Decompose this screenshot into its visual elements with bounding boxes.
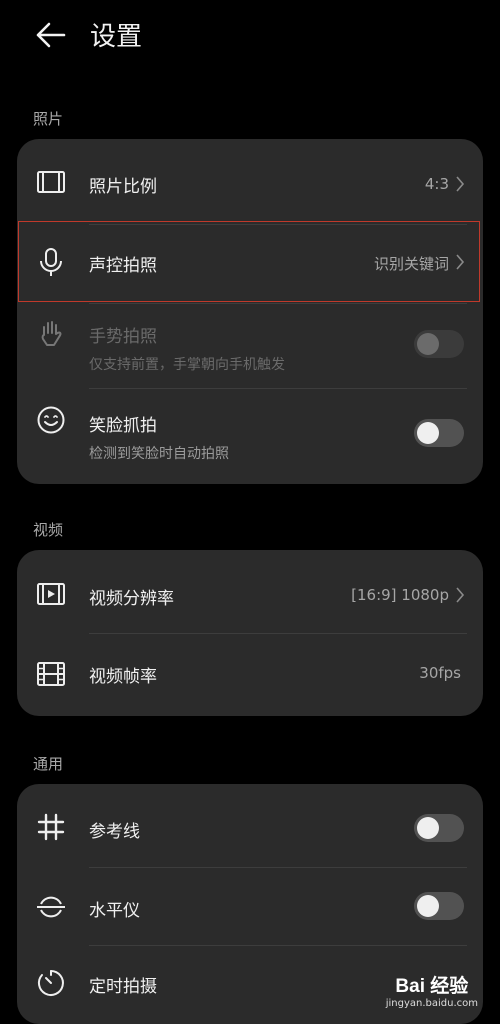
setting-label: 定时拍摄 [89,977,157,997]
setting-description: 仅支持前置，手掌朝向手机触发 [89,357,285,373]
page-title: 设置 [90,22,143,52]
section-label-video: 视频 [33,521,64,539]
watermark-url: jingyan.baidu.com [385,998,478,1009]
setting-value: 30fps [419,664,461,682]
setting-row-level[interactable]: 水平仪 [17,868,483,946]
setting-description: 检测到笑脸时自动拍照 [89,446,229,462]
toggle-knob [417,895,439,917]
setting-label: 视频帧率 [89,667,157,687]
section-label-general: 通用 [33,755,64,773]
toggle-knob [417,422,439,444]
smile-icon [37,406,65,434]
setting-row-video-resolution[interactable]: 视频分辨率 [16:9] 1080p [17,550,483,634]
chevron-right-icon [456,176,465,192]
setting-label: 水平仪 [89,901,140,921]
film-icon [37,662,65,686]
highlight-box [18,221,480,302]
watermark-brand: Bai 经验 [395,976,469,997]
setting-label: 参考线 [89,822,140,842]
setting-label: 笑脸抓拍 [89,416,157,436]
level-toggle[interactable] [414,892,464,920]
photo-settings-card: 照片比例 4:3 声控拍照 识别关键词 手势拍照 仅支持前置，手掌朝向手机触发 … [17,139,483,484]
setting-value: 4:3 [424,175,449,193]
grid-icon [37,813,65,841]
video-settings-card: 视频分辨率 [16:9] 1080p 视频帧率 30fps [17,550,483,716]
hand-icon [41,321,62,346]
setting-row-smile-capture[interactable]: 笑脸抓拍 检测到笑脸时自动拍照 [17,389,483,484]
setting-label: 视频分辨率 [89,589,174,609]
setting-label: 手势拍照 [89,327,157,347]
grid-lines-toggle[interactable] [414,814,464,842]
toggle-knob [417,817,439,839]
level-icon [37,896,65,918]
setting-row-gesture-capture: 手势拍照 仅支持前置，手掌朝向手机触发 [17,304,483,388]
setting-label: 照片比例 [89,177,157,197]
photo-frame-icon [37,171,65,193]
setting-value: [16:9] 1080p [351,586,449,604]
section-label-photo: 照片 [33,110,64,128]
video-frame-icon [37,583,65,605]
gesture-capture-toggle [414,330,464,358]
timer-icon [37,970,64,996]
setting-row-grid-lines[interactable]: 参考线 [17,784,483,868]
chevron-right-icon [456,587,465,603]
back-arrow-icon[interactable] [34,20,66,50]
setting-row-video-framerate[interactable]: 视频帧率 30fps [17,634,483,716]
header: 设置 [0,0,500,80]
toggle-knob [417,333,439,355]
smile-capture-toggle[interactable] [414,419,464,447]
setting-row-photo-ratio[interactable]: 照片比例 4:3 [17,139,483,225]
baidu-jingyan-watermark: Bai 经验 jingyan.baidu.com [386,971,478,1009]
